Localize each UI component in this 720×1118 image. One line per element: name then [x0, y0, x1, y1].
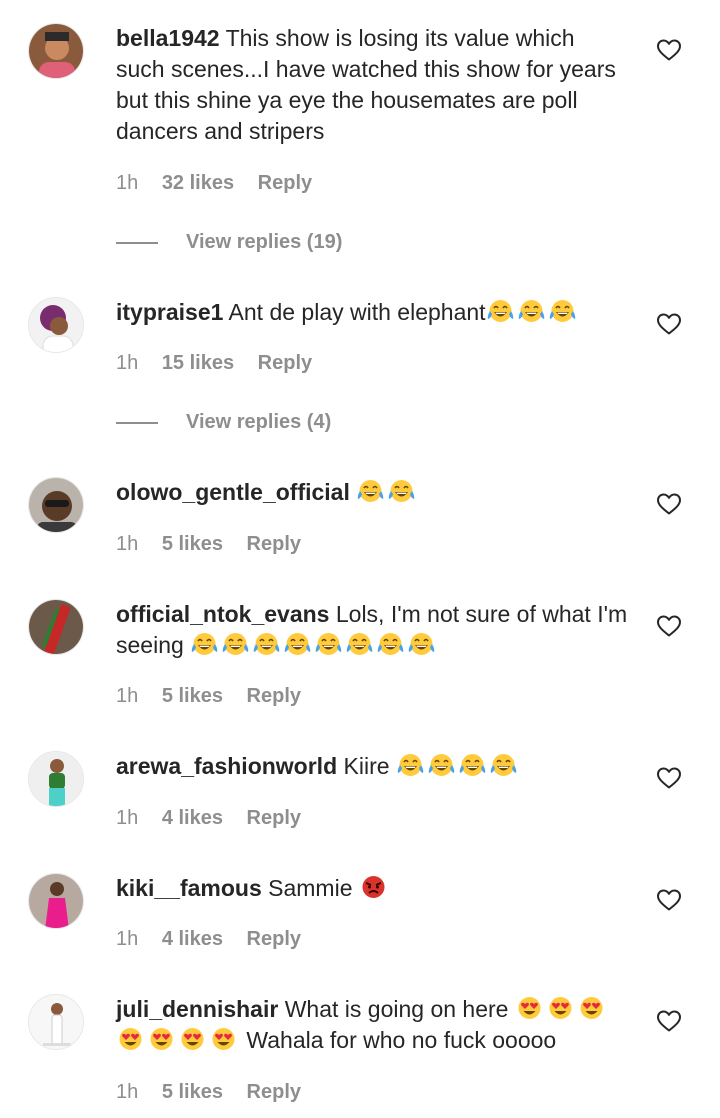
likes-count[interactable]: 4 likes [162, 928, 223, 950]
laughing-tears-icon [345, 631, 374, 657]
reply-button[interactable]: Reply [258, 352, 312, 374]
comment-meta: 1h 32 likes Reply [116, 172, 312, 195]
reply-button[interactable]: Reply [247, 1081, 301, 1103]
comment-username[interactable]: bella1942 [116, 25, 220, 51]
heart-eyes-icon [546, 995, 575, 1021]
comment-time: 1h [116, 1081, 139, 1103]
laughing-tears-icon [486, 298, 515, 324]
comment-text: arewa_fashionworld Kiire [116, 751, 628, 782]
laughing-tears-icon [407, 631, 436, 657]
heart-eyes-icon [209, 1026, 238, 1052]
laughing-tears-icon [376, 631, 405, 657]
angry-face-icon [359, 874, 388, 900]
comment-text: juli_dennishair What is going on here Wa… [116, 994, 628, 1056]
heart-eyes-icon [147, 1026, 176, 1052]
comment-time: 1h [116, 352, 139, 374]
likes-count[interactable]: 15 likes [162, 352, 234, 374]
avatar[interactable] [28, 297, 84, 353]
laughing-tears-icon [517, 298, 546, 324]
comment-username[interactable]: kiki__famous [116, 875, 262, 901]
heart-eyes-icon [515, 995, 544, 1021]
comment-meta: 1h 5 likes Reply [116, 1081, 301, 1104]
heart-outline-icon[interactable] [656, 614, 682, 638]
reply-button[interactable]: Reply [247, 928, 301, 950]
comment-body: Ant de play with elephant [228, 299, 486, 325]
comment-username[interactable]: olowo_gentle_official [116, 479, 350, 505]
laughing-tears-icon [283, 631, 312, 657]
likes-count[interactable]: 5 likes [162, 685, 223, 707]
comment-text: itypraise1 Ant de play with elephant [116, 297, 628, 328]
comment-meta: 1h 5 likes Reply [116, 533, 301, 556]
heart-eyes-icon [577, 995, 606, 1021]
comment-meta: 1h 4 likes Reply [116, 807, 301, 830]
emoji-group [356, 479, 418, 505]
laughing-tears-icon [356, 478, 385, 504]
comment-body: Kiire [343, 753, 390, 779]
comment-text: bella1942 This show is losing its value … [116, 23, 628, 147]
reply-button[interactable]: Reply [247, 533, 301, 555]
view-replies-label: View replies (4) [186, 411, 332, 433]
comment-username[interactable]: itypraise1 [116, 299, 223, 325]
emoji-group [359, 875, 390, 901]
view-replies-label: View replies (19) [186, 231, 343, 253]
avatar[interactable] [28, 23, 84, 79]
laughing-tears-icon [387, 478, 416, 504]
heart-eyes-icon [178, 1026, 207, 1052]
emoji-group [486, 299, 579, 325]
comment-text: kiki__famous Sammie [116, 873, 628, 904]
comment-username[interactable]: official_ntok_evans [116, 601, 329, 627]
comment-time: 1h [116, 533, 139, 555]
heart-outline-icon[interactable] [656, 312, 682, 336]
comment-username[interactable]: juli_dennishair [116, 996, 278, 1022]
comment-time: 1h [116, 172, 139, 194]
comment-time: 1h [116, 685, 139, 707]
comment-body: Sammie [268, 875, 353, 901]
divider-line [116, 242, 158, 244]
avatar[interactable] [28, 873, 84, 929]
laughing-tears-icon [489, 752, 518, 778]
laughing-tears-icon [314, 631, 343, 657]
heart-outline-icon[interactable] [656, 492, 682, 516]
avatar[interactable] [28, 599, 84, 655]
reply-button[interactable]: Reply [258, 172, 312, 194]
avatar[interactable] [28, 477, 84, 533]
likes-count[interactable]: 5 likes [162, 1081, 223, 1103]
comment-time: 1h [116, 928, 139, 950]
heart-outline-icon[interactable] [656, 1009, 682, 1033]
avatar[interactable] [28, 751, 84, 807]
emoji-group [396, 753, 520, 779]
heart-outline-icon[interactable] [656, 888, 682, 912]
comment-username[interactable]: arewa_fashionworld [116, 753, 337, 779]
heart-eyes-icon [116, 1026, 145, 1052]
laughing-tears-icon [252, 631, 281, 657]
comment-body-continued: Wahala for who no fuck ooooo [246, 1027, 557, 1053]
emoji-group [190, 632, 438, 658]
reply-button[interactable]: Reply [247, 807, 301, 829]
laughing-tears-icon [548, 298, 577, 324]
laughing-tears-icon [190, 631, 219, 657]
comment-text: official_ntok_evans Lols, I'm not sure o… [116, 599, 628, 661]
heart-outline-icon[interactable] [656, 766, 682, 790]
comment-meta: 1h 5 likes Reply [116, 685, 301, 708]
likes-count[interactable]: 5 likes [162, 533, 223, 555]
reply-button[interactable]: Reply [247, 685, 301, 707]
comment-text: olowo_gentle_official [116, 477, 628, 508]
comment-time: 1h [116, 807, 139, 829]
heart-outline-icon[interactable] [656, 38, 682, 62]
comment-meta: 1h 15 likes Reply [116, 352, 312, 375]
laughing-tears-icon [396, 752, 425, 778]
comment-meta: 1h 4 likes Reply [116, 928, 301, 951]
laughing-tears-icon [458, 752, 487, 778]
avatar[interactable] [28, 994, 84, 1050]
comment-body: What is going on here [284, 996, 509, 1022]
divider-line [116, 422, 158, 424]
laughing-tears-icon [221, 631, 250, 657]
likes-count[interactable]: 4 likes [162, 807, 223, 829]
laughing-tears-icon [427, 752, 456, 778]
likes-count[interactable]: 32 likes [162, 172, 234, 194]
